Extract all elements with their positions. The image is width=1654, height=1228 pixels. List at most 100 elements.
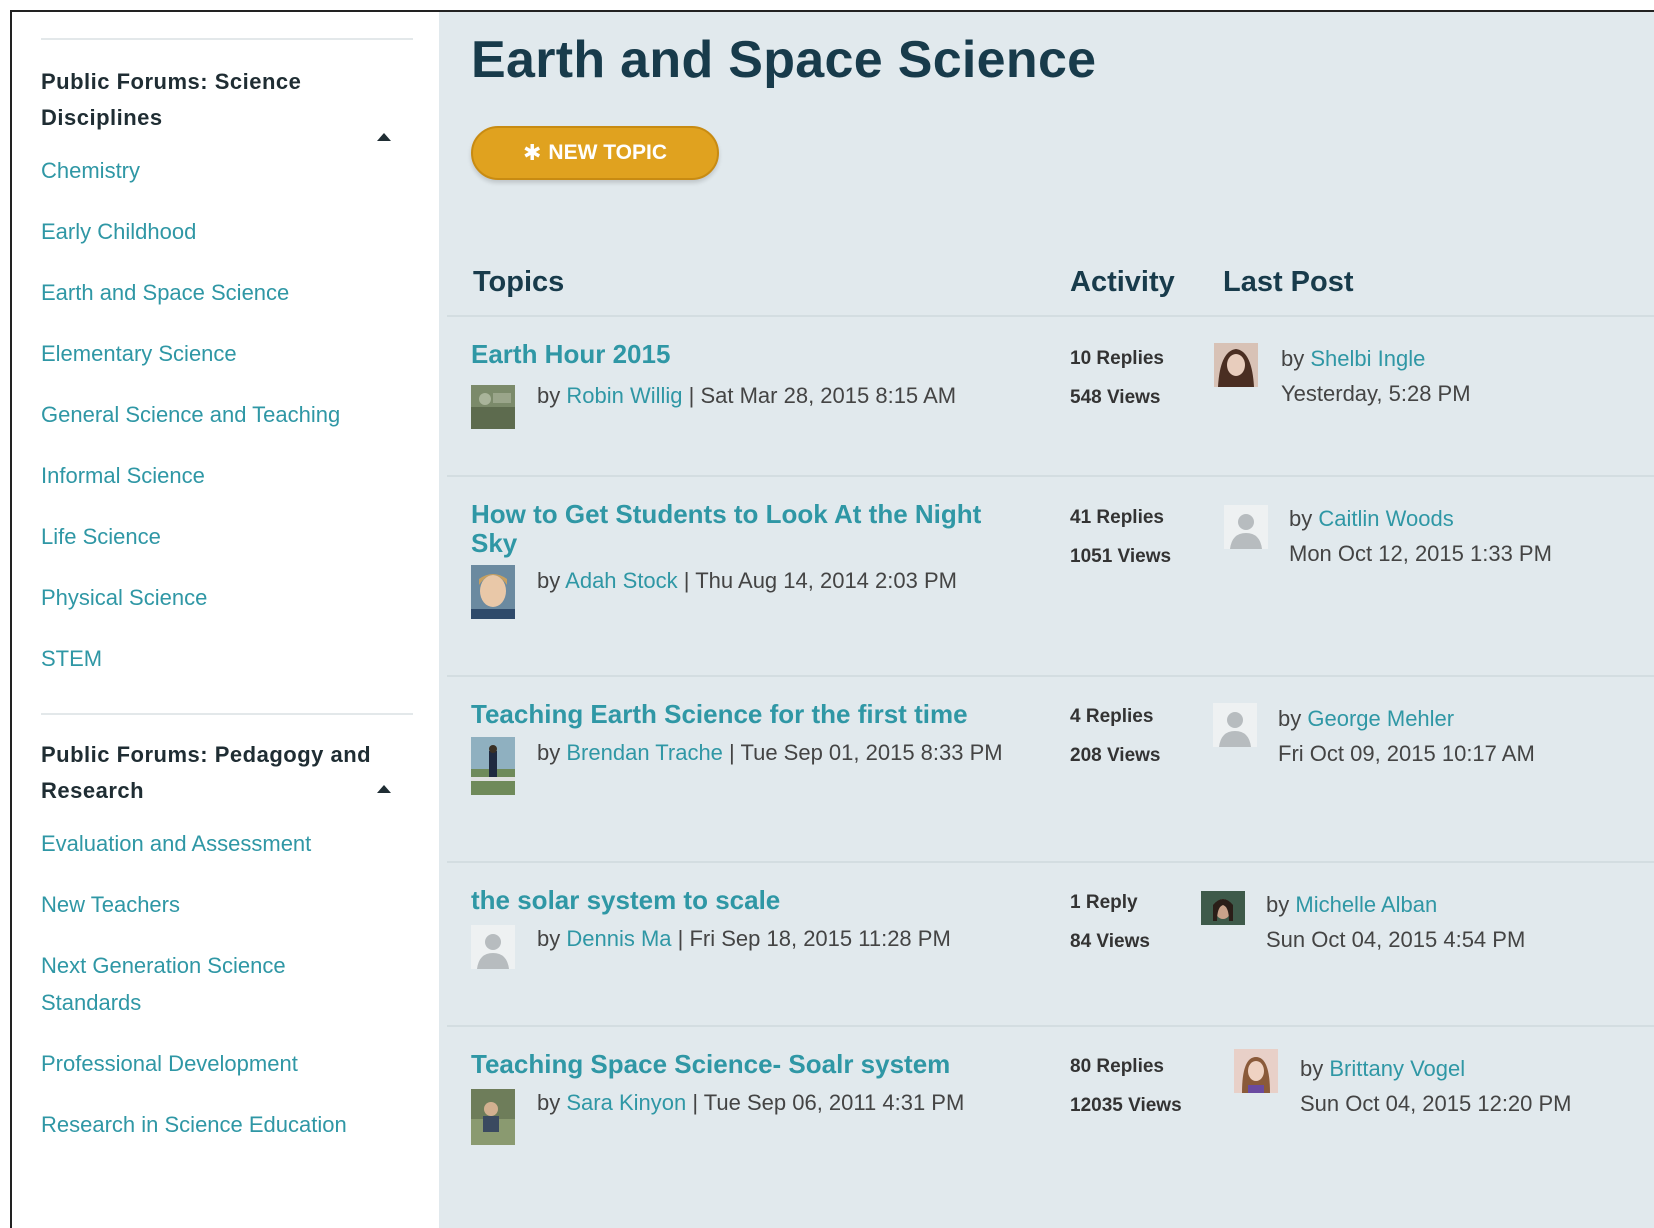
sidebar-item-research-in-science-education[interactable]: Research in Science Education (41, 1106, 439, 1143)
last-post-author-link[interactable]: Michelle Alban (1295, 892, 1437, 917)
post-date: | Fri Sep 18, 2015 11:28 PM (671, 926, 951, 951)
topic-row: Teaching Space Science- Soalr system by … (447, 1025, 1654, 1228)
last-post-author-link[interactable]: Brittany Vogel (1329, 1056, 1465, 1081)
last-post-avatar[interactable] (1234, 1049, 1278, 1093)
caret-up-icon[interactable] (377, 785, 391, 793)
last-post-info: by Caitlin Woods Mon Oct 12, 2015 1:33 P… (1289, 501, 1552, 571)
by-text: by (537, 926, 561, 951)
last-post-author-link[interactable]: George Mehler (1307, 706, 1454, 731)
activity-stats: 80 Replies 12035 Views (1070, 1047, 1182, 1125)
author-link[interactable]: Brendan Trache (566, 740, 723, 765)
sidebar-item-informal-science[interactable]: Informal Science (41, 457, 439, 494)
topic-row: Earth Hour 2015 by Robin Willig | Sat Ma… (447, 315, 1654, 475)
last-post-author-link[interactable]: Shelbi Ingle (1310, 346, 1425, 371)
by-text: by (537, 740, 561, 765)
last-post-avatar[interactable] (1213, 703, 1257, 747)
by-text: by (537, 1090, 561, 1115)
by-text: by (537, 568, 561, 593)
topic-title-link[interactable]: Earth Hour 2015 (471, 340, 1031, 369)
by-text: by (537, 383, 561, 408)
author-link[interactable]: Adah Stock (565, 568, 678, 593)
last-post-info: by Shelbi Ingle Yesterday, 5:28 PM (1281, 341, 1471, 411)
view-count: 548 Views (1070, 387, 1161, 408)
sidebar-list-pedagogy: Evaluation and Assessment New Teachers N… (41, 825, 439, 1143)
author-link[interactable]: Robin Willig (566, 383, 682, 408)
topic-byline: by Dennis Ma | Fri Sep 18, 2015 11:28 PM (537, 921, 1007, 957)
topic-row: the solar system to scale by Dennis Ma |… (447, 861, 1654, 1025)
reply-count: 4 Replies (1070, 706, 1154, 727)
reply-count: 80 Replies (1070, 1056, 1164, 1077)
new-topic-label: NEW TOPIC (548, 141, 668, 164)
topic-byline: by Brendan Trache | Tue Sep 01, 2015 8:3… (537, 735, 1007, 771)
by-text: by (1289, 506, 1313, 531)
last-post-date: Mon Oct 12, 2015 1:33 PM (1289, 541, 1552, 566)
activity-stats: 1 Reply 84 Views (1070, 883, 1150, 961)
last-post-avatar[interactable] (1224, 505, 1268, 549)
new-topic-button[interactable]: ✱ NEW TOPIC (471, 126, 719, 180)
page-title: Earth and Space Science (471, 31, 1097, 89)
last-post-date: Sun Oct 04, 2015 12:20 PM (1300, 1091, 1572, 1116)
column-header-topics: Topics (473, 266, 565, 298)
sidebar-item-elementary-science[interactable]: Elementary Science (41, 335, 439, 372)
reply-count: 10 Replies (1070, 348, 1164, 369)
last-post-avatar[interactable] (1214, 343, 1258, 387)
sidebar-item-stem[interactable]: STEM (41, 640, 439, 677)
topic-byline: by Robin Willig | Sat Mar 28, 2015 8:15 … (537, 378, 1007, 414)
topic-byline: by Adah Stock | Thu Aug 14, 2014 2:03 PM (537, 563, 1007, 599)
sidebar-group-title: Public Forums: Science Disciplines (41, 69, 302, 130)
activity-stats: 10 Replies 548 Views (1070, 339, 1164, 417)
author-avatar[interactable] (471, 565, 515, 619)
author-avatar[interactable] (471, 925, 515, 969)
by-text: by (1266, 892, 1290, 917)
last-post-avatar[interactable] (1201, 891, 1245, 925)
sidebar-item-new-teachers[interactable]: New Teachers (41, 886, 439, 923)
sidebar-group-header-pedagogy[interactable]: Public Forums: Pedagogy and Research (41, 715, 413, 809)
sidebar-item-next-generation-science-standards[interactable]: Next Generation Science Standards (41, 947, 351, 1021)
column-header-activity: Activity (1070, 266, 1175, 298)
view-count: 1051 Views (1070, 546, 1172, 567)
main-content: Earth and Space Science ✱ NEW TOPIC Topi… (439, 12, 1654, 1228)
activity-stats: 41 Replies 1051 Views (1070, 498, 1171, 576)
sidebar-item-professional-development[interactable]: Professional Development (41, 1045, 439, 1082)
activity-stats: 4 Replies 208 Views (1070, 697, 1161, 775)
sidebar: Public Forums: Science Disciplines Chemi… (12, 12, 439, 1228)
topic-title-link[interactable]: How to Get Students to Look At the Night… (471, 500, 1011, 558)
last-post-info: by Michelle Alban Sun Oct 04, 2015 4:54 … (1266, 887, 1525, 957)
sidebar-item-earth-and-space-science[interactable]: Earth and Space Science (41, 274, 439, 311)
last-post-info: by George Mehler Fri Oct 09, 2015 10:17 … (1278, 701, 1535, 771)
sidebar-item-physical-science[interactable]: Physical Science (41, 579, 439, 616)
view-count: 12035 Views (1070, 1095, 1182, 1116)
last-post-author-link[interactable]: Caitlin Woods (1318, 506, 1453, 531)
author-avatar[interactable] (471, 737, 515, 795)
author-avatar[interactable] (471, 1089, 515, 1145)
by-text: by (1300, 1056, 1324, 1081)
view-count: 84 Views (1070, 931, 1150, 952)
sidebar-group-header-disciplines[interactable]: Public Forums: Science Disciplines (41, 40, 413, 141)
topic-byline: by Sara Kinyon | Tue Sep 06, 2011 4:31 P… (537, 1085, 1007, 1121)
last-post-date: Sun Oct 04, 2015 4:54 PM (1266, 927, 1526, 952)
author-link[interactable]: Sara Kinyon (566, 1090, 686, 1115)
topic-title-link[interactable]: Teaching Earth Science for the first tim… (471, 700, 1031, 729)
sidebar-item-general-science-and-teaching[interactable]: General Science and Teaching (41, 396, 439, 433)
asterisk-icon: ✱ (522, 140, 542, 165)
sidebar-item-life-science[interactable]: Life Science (41, 518, 439, 555)
post-date: | Tue Sep 01, 2015 8:33 PM (722, 740, 1003, 765)
topic-row: How to Get Students to Look At the Night… (447, 475, 1654, 675)
last-post-date: Yesterday, 5:28 PM (1281, 381, 1471, 406)
sidebar-item-chemistry[interactable]: Chemistry (41, 152, 439, 189)
view-count: 208 Views (1070, 745, 1161, 766)
sidebar-item-early-childhood[interactable]: Early Childhood (41, 213, 439, 250)
page-frame: Public Forums: Science Disciplines Chemi… (10, 10, 1654, 1228)
topic-title-link[interactable]: the solar system to scale (471, 886, 1031, 915)
last-post-info: by Brittany Vogel Sun Oct 04, 2015 12:20… (1300, 1051, 1572, 1121)
author-avatar[interactable] (471, 385, 515, 429)
by-text: by (1281, 346, 1305, 371)
reply-count: 1 Reply (1070, 892, 1138, 913)
sidebar-group-title: Public Forums: Pedagogy and Research (41, 742, 372, 803)
caret-up-icon[interactable] (377, 133, 391, 141)
last-post-date: Fri Oct 09, 2015 10:17 AM (1278, 741, 1535, 766)
post-date: | Sat Mar 28, 2015 8:15 AM (682, 383, 957, 408)
author-link[interactable]: Dennis Ma (566, 926, 671, 951)
topic-title-link[interactable]: Teaching Space Science- Soalr system (471, 1050, 1031, 1079)
sidebar-item-evaluation-and-assessment[interactable]: Evaluation and Assessment (41, 825, 439, 862)
